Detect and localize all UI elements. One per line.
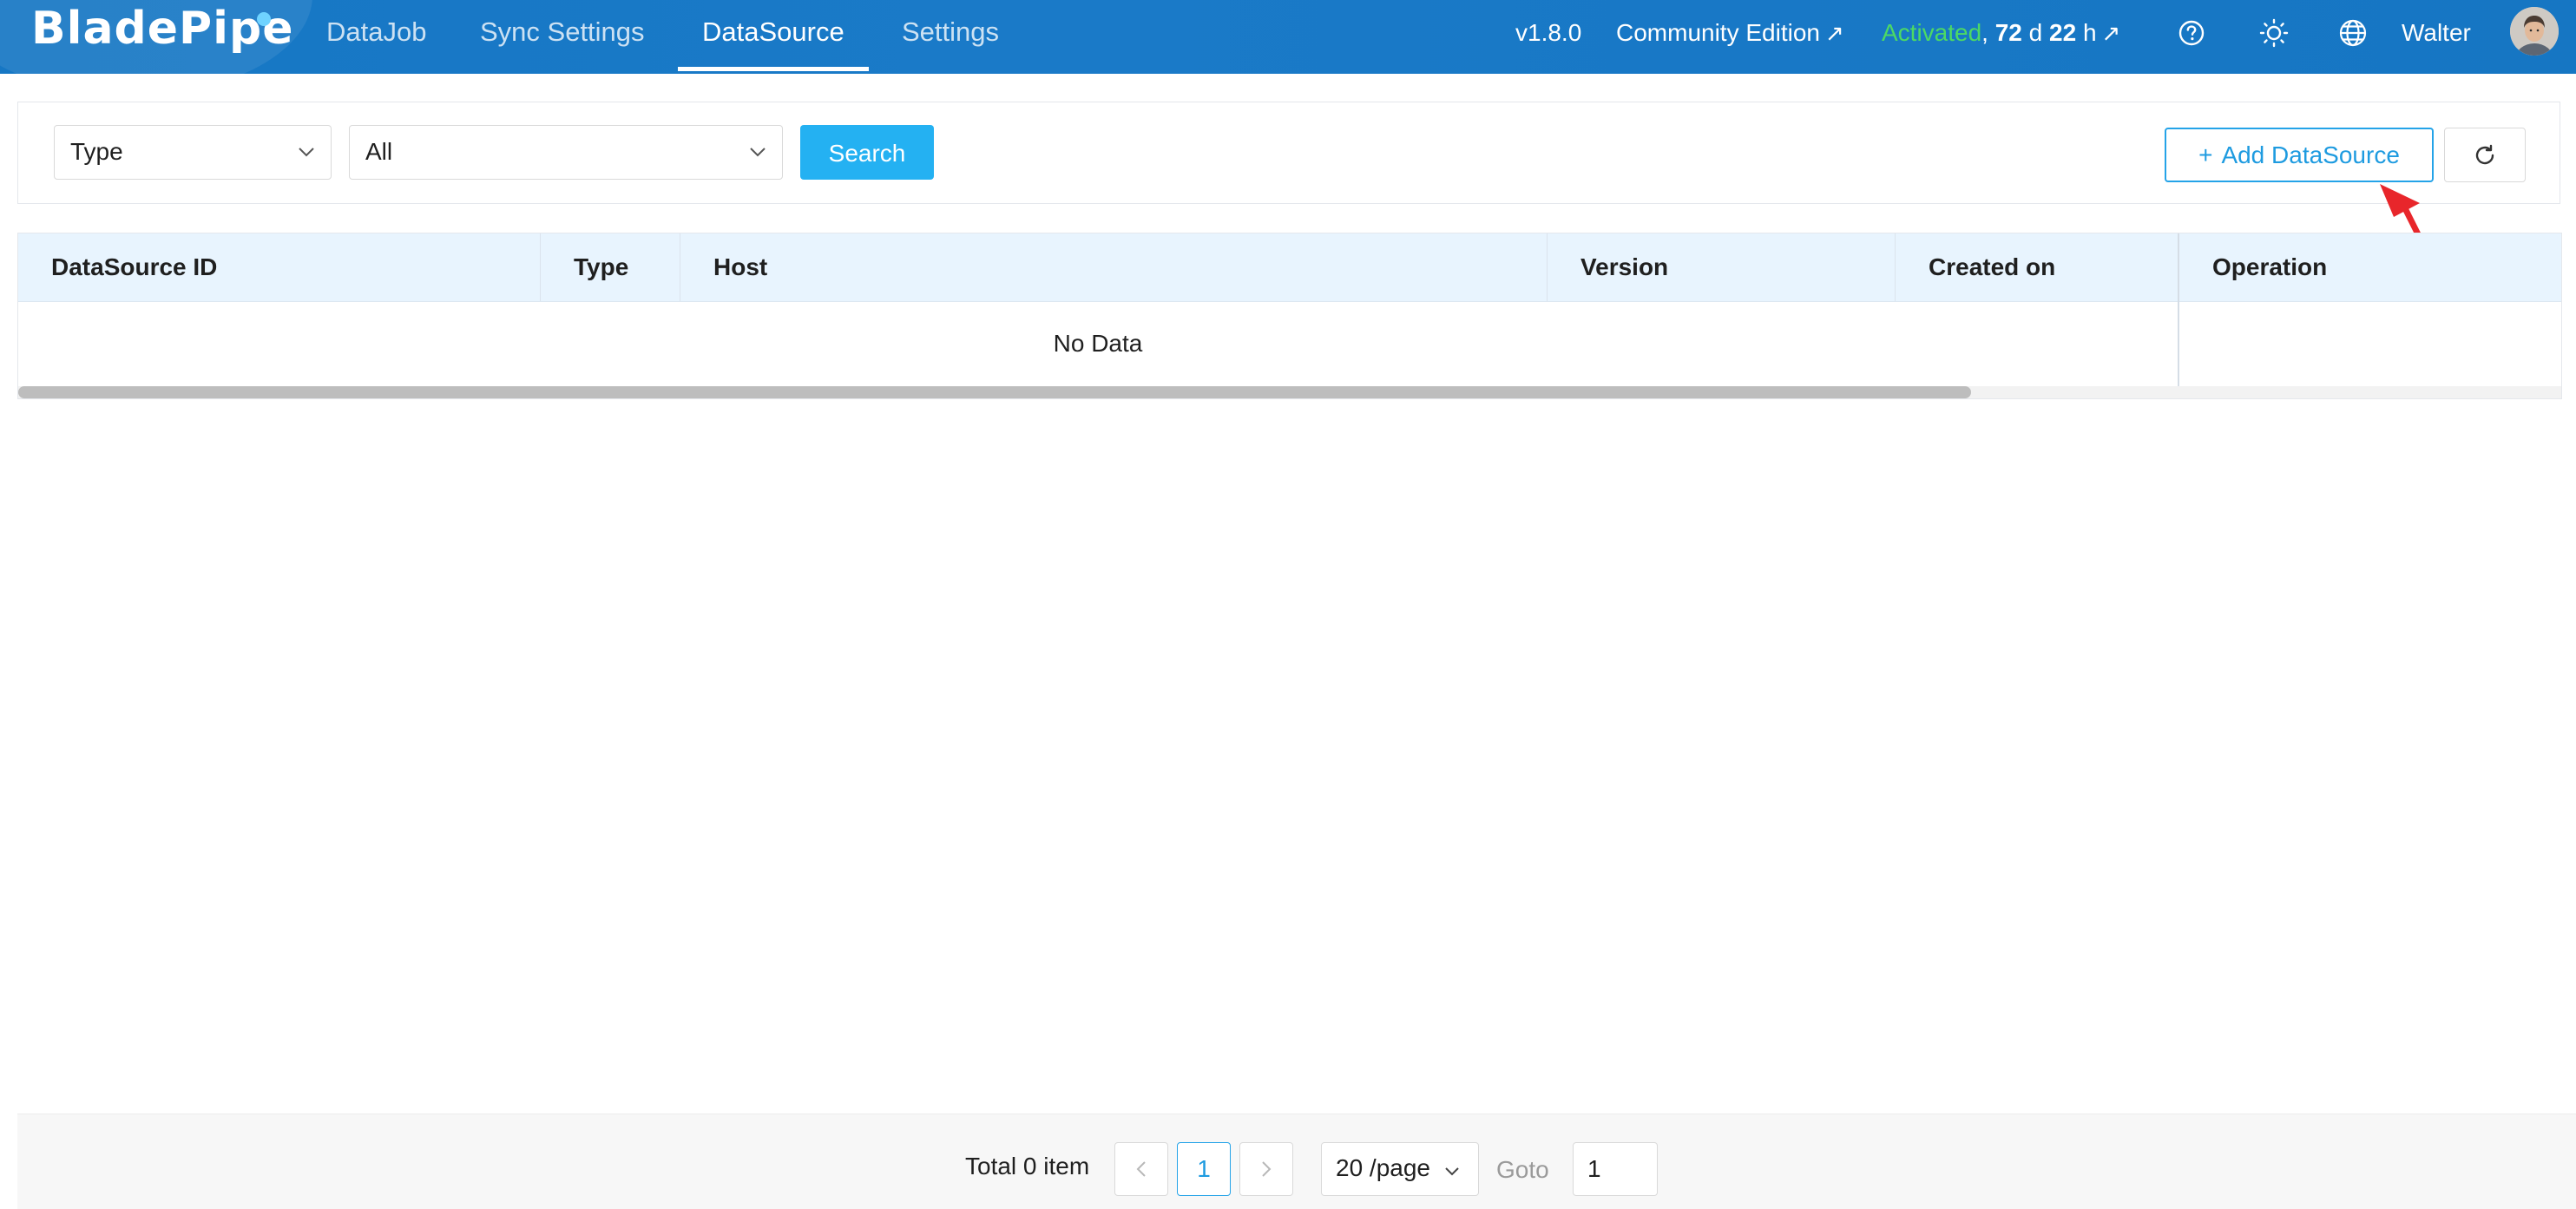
table-empty-text: No Data	[1053, 330, 1143, 357]
type-select-value: Type	[70, 138, 123, 165]
table-header: DataSource ID Type Host Version Created …	[18, 233, 2561, 302]
external-link-icon: ↗	[1824, 20, 1844, 46]
column-host[interactable]: Host	[680, 233, 1547, 301]
search-button[interactable]: Search	[800, 125, 934, 180]
top-navigation-bar: BladePipe DataJob Sync Settings DataSour…	[0, 0, 2576, 74]
license-status[interactable]: Activated, 72 d 22 h ↗	[1882, 0, 2120, 65]
datasource-table: DataSource ID Type Host Version Created …	[17, 233, 2562, 399]
goto-page-input[interactable]	[1573, 1142, 1658, 1196]
app-logo[interactable]: BladePipe	[31, 0, 293, 62]
license-hours-unit: h	[2082, 19, 2097, 46]
page-size-value: 20 /page	[1336, 1154, 1430, 1181]
prev-page-button[interactable]	[1114, 1142, 1168, 1196]
language-globe-icon[interactable]	[2336, 16, 2369, 49]
nav-settings[interactable]: Settings	[902, 0, 999, 74]
theme-sun-icon[interactable]	[2257, 16, 2290, 49]
pagination-total: Total 0 item	[965, 1153, 1090, 1179]
edition-link[interactable]: Community Edition ↗	[1616, 0, 1844, 65]
plus-icon: +	[2198, 141, 2213, 168]
user-avatar[interactable]	[2510, 7, 2559, 56]
chevron-right-icon	[1262, 1161, 1272, 1177]
nav-sync-settings[interactable]: Sync Settings	[480, 0, 645, 74]
chevron-down-icon	[749, 126, 766, 178]
value-select-value: All	[365, 138, 393, 165]
version-label: v1.8.0	[1515, 19, 1582, 46]
column-type[interactable]: Type	[541, 233, 680, 301]
value-select[interactable]: All	[349, 125, 783, 180]
column-created-on[interactable]: Created on	[1896, 233, 2178, 301]
nav-datasource[interactable]: DataSource	[678, 0, 869, 74]
chevron-down-icon	[298, 126, 315, 178]
horizontal-scrollbar-thumb[interactable]	[18, 386, 1971, 398]
pagination-bar	[17, 1114, 2576, 1209]
fixed-column-divider	[2178, 233, 2179, 398]
license-activated-label: Activated	[1882, 19, 1982, 46]
column-operation: Operation	[2212, 253, 2328, 280]
type-select[interactable]: Type	[54, 125, 332, 180]
nav-datajob[interactable]: DataJob	[326, 0, 426, 74]
logo-dot-icon	[257, 12, 271, 26]
help-icon[interactable]	[2175, 16, 2208, 49]
page-size-select[interactable]: 20 /page	[1321, 1142, 1479, 1196]
column-version[interactable]: Version	[1548, 233, 1895, 301]
license-hours: 22	[2049, 19, 2077, 46]
page-1-button[interactable]: 1	[1177, 1142, 1231, 1196]
column-datasource-id[interactable]: DataSource ID	[18, 233, 539, 301]
add-datasource-label: Add DataSource	[2221, 141, 2400, 168]
refresh-icon	[2475, 144, 2494, 164]
next-page-button[interactable]	[1239, 1142, 1293, 1196]
license-days-unit: d	[2028, 19, 2043, 46]
refresh-button[interactable]	[2444, 128, 2526, 182]
chevron-left-icon	[1136, 1161, 1146, 1177]
external-link-icon: ↗	[2101, 20, 2121, 46]
goto-label: Goto	[1496, 1156, 1549, 1183]
license-days: 72	[1994, 19, 2022, 46]
chevron-down-icon	[1445, 1167, 1459, 1176]
edition-label: Community Edition	[1616, 19, 1820, 46]
user-name[interactable]: Walter	[2402, 0, 2471, 65]
